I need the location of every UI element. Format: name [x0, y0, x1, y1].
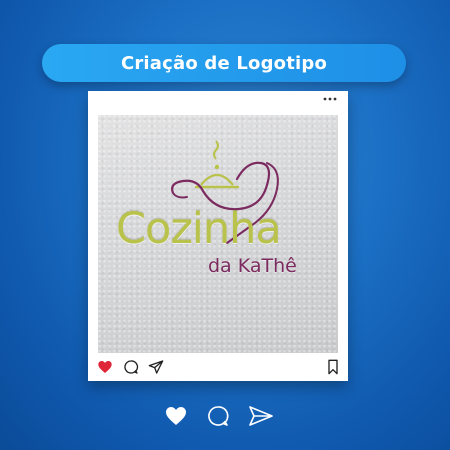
bookmark-icon[interactable] [326, 359, 344, 377]
logo-sub-text: da KaThê [208, 255, 297, 277]
title-banner: Criação de Logotipo [42, 44, 406, 82]
post-card: Cozinha da KaThê [88, 91, 348, 381]
post-actions [88, 359, 348, 379]
share-icon[interactable] [148, 359, 166, 377]
logo-main-text: Cozinha [116, 204, 282, 254]
heart-icon[interactable] [164, 404, 190, 430]
footer-actions [0, 404, 450, 434]
banner-title: Criação de Logotipo [120, 52, 328, 74]
share-icon[interactable] [248, 404, 274, 430]
heart-icon[interactable] [97, 359, 115, 377]
comment-icon[interactable] [123, 359, 141, 377]
more-options-icon[interactable] [322, 96, 338, 102]
post-image: Cozinha da KaThê [98, 115, 338, 353]
comment-icon[interactable] [206, 404, 232, 430]
